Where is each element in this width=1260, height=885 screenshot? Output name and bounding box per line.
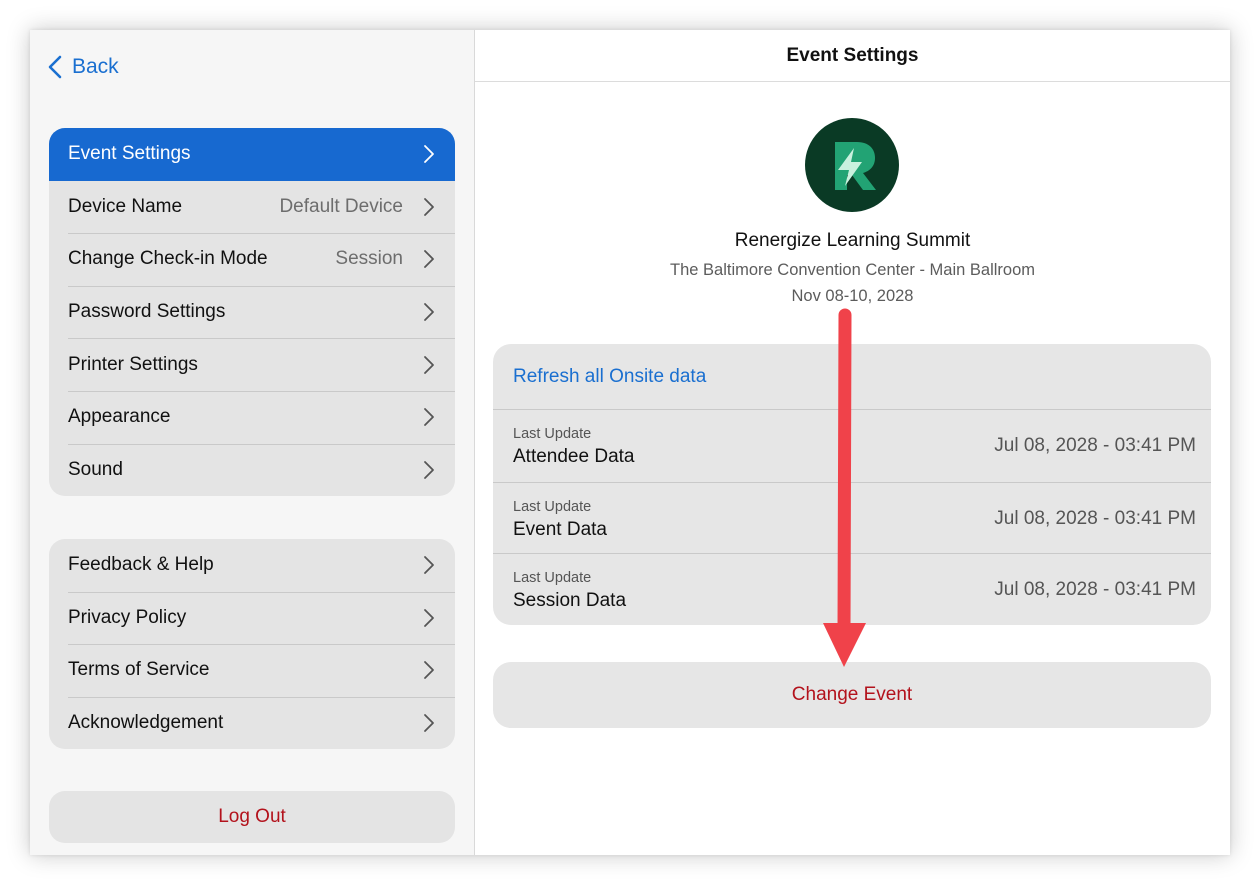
sidebar-item-appearance[interactable]: Appearance bbox=[49, 390, 455, 444]
refresh-onsite-data-link[interactable]: Refresh all Onsite data bbox=[493, 344, 1211, 410]
chevron-right-icon bbox=[424, 408, 434, 427]
sidebar-item-label: Appearance bbox=[68, 406, 171, 428]
chevron-right-icon bbox=[424, 460, 434, 479]
sidebar-item-sound[interactable]: Sound bbox=[49, 443, 455, 497]
sidebar-item-label: Acknowledgement bbox=[68, 712, 224, 734]
chevron-right-icon bbox=[424, 250, 434, 269]
event-data-label: Event Data bbox=[513, 518, 607, 540]
session-data-row: Last Update Session Data Jul 08, 2028 - … bbox=[493, 553, 1211, 625]
sidebar-item-label: Device Name bbox=[68, 195, 183, 217]
change-event-button[interactable]: Change Event bbox=[493, 662, 1211, 728]
chevron-right-icon bbox=[424, 661, 434, 680]
session-data-label: Session Data bbox=[513, 590, 627, 612]
chevron-right-icon bbox=[424, 197, 434, 216]
sidebar-item-privacy-policy[interactable]: Privacy Policy bbox=[49, 591, 455, 645]
sidebar-item-event-settings[interactable]: Event Settings bbox=[49, 128, 455, 181]
event-logo bbox=[805, 118, 899, 212]
event-dates: Nov 08-10, 2028 bbox=[791, 287, 914, 305]
session-data-timestamp: Jul 08, 2028 - 03:41 PM bbox=[994, 579, 1196, 601]
last-update-caption: Last Update bbox=[513, 426, 592, 442]
main-panel: Event Settings Renergize Learning Summit… bbox=[475, 30, 1230, 855]
chevron-right-icon bbox=[424, 556, 434, 575]
sidebar-item-label: Sound bbox=[68, 458, 123, 480]
sidebar-item-password-settings[interactable]: Password Settings bbox=[49, 285, 455, 339]
last-update-caption: Last Update bbox=[513, 570, 592, 587]
sidebar-item-label: Change Check-in Mode bbox=[68, 248, 268, 270]
chevron-right-icon bbox=[424, 608, 434, 627]
check-in-mode-value: Session bbox=[335, 248, 403, 270]
chevron-right-icon bbox=[424, 714, 434, 732]
chevron-right-icon bbox=[424, 145, 434, 164]
sidebar-item-label: Event Settings bbox=[68, 143, 191, 165]
sidebar-item-printer-settings[interactable]: Printer Settings bbox=[49, 338, 455, 391]
last-update-caption: Last Update bbox=[513, 498, 592, 515]
info-group: Feedback & Help Privacy Policy Terms of … bbox=[49, 539, 455, 750]
attendee-data-label: Attendee Data bbox=[513, 446, 635, 467]
sidebar: Back Event Settings Device Name Default … bbox=[30, 30, 475, 855]
log-out-button[interactable]: Log Out bbox=[49, 791, 455, 843]
back-label: Back bbox=[72, 55, 119, 78]
event-logo-icon bbox=[835, 142, 876, 190]
sidebar-item-feedback-help[interactable]: Feedback & Help bbox=[49, 539, 455, 592]
sidebar-item-label: Password Settings bbox=[68, 301, 226, 323]
onsite-data-card: Refresh all Onsite data Last Update Atte… bbox=[493, 344, 1211, 625]
sidebar-item-label: Privacy Policy bbox=[68, 606, 187, 628]
chevron-left-icon bbox=[48, 55, 62, 79]
attendee-data-row: Last Update Attendee Data Jul 08, 2028 -… bbox=[493, 410, 1211, 482]
chevron-right-icon bbox=[424, 303, 434, 321]
sidebar-item-label: Feedback & Help bbox=[68, 554, 214, 576]
settings-group: Event Settings Device Name Default Devic… bbox=[49, 128, 455, 497]
sidebar-item-device-name[interactable]: Device Name Default Device bbox=[49, 181, 455, 234]
device-name-value: Default Device bbox=[279, 195, 403, 217]
attendee-data-timestamp: Jul 08, 2028 - 03:41 PM bbox=[994, 435, 1196, 456]
event-data-row: Last Update Event Data Jul 08, 2028 - 03… bbox=[493, 481, 1211, 554]
sidebar-item-check-in-mode[interactable]: Change Check-in Mode Session bbox=[49, 233, 455, 286]
sidebar-item-acknowledgement[interactable]: Acknowledgement bbox=[49, 696, 455, 750]
sidebar-item-terms-of-service[interactable]: Terms of Service bbox=[49, 644, 455, 697]
event-venue: The Baltimore Convention Center - Main B… bbox=[670, 261, 1035, 279]
event-name: Renergize Learning Summit bbox=[734, 230, 971, 251]
sidebar-item-label: Terms of Service bbox=[68, 659, 210, 681]
back-button[interactable]: Back bbox=[48, 52, 119, 82]
app-window: Back Event Settings Device Name Default … bbox=[30, 30, 1230, 855]
event-data-timestamp: Jul 08, 2028 - 03:41 PM bbox=[994, 507, 1196, 529]
chevron-right-icon bbox=[424, 355, 434, 374]
page-title: Event Settings bbox=[475, 30, 1230, 82]
sidebar-item-label: Printer Settings bbox=[68, 353, 198, 375]
